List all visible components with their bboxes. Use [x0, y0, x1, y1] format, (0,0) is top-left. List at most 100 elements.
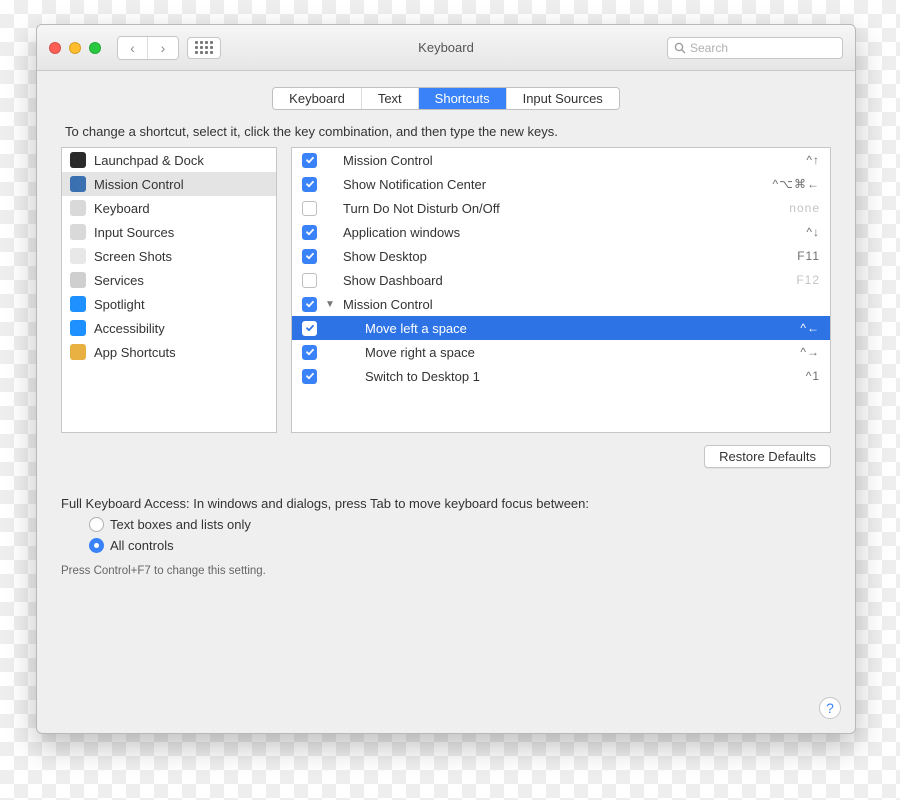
category-label: Mission Control	[94, 177, 184, 192]
fka-option-all-controls[interactable]: All controls	[89, 538, 831, 553]
shortcut-label: Move left a space	[343, 321, 792, 336]
shortcut-keys: ^→	[800, 345, 820, 359]
category-icon	[70, 248, 86, 264]
category-icon	[70, 344, 86, 360]
category-row[interactable]: Input Sources	[62, 220, 276, 244]
shortcut-label: Move right a space	[343, 345, 792, 360]
instruction-text: To change a shortcut, select it, click t…	[65, 124, 827, 139]
shortcut-row[interactable]: Switch to Desktop 1 ^1	[292, 364, 830, 388]
shortcut-row[interactable]: ▼ Mission Control	[292, 292, 830, 316]
shortcut-checkbox[interactable]	[302, 273, 317, 288]
zoom-icon[interactable]	[89, 42, 101, 54]
shortcut-row[interactable]: Application windows ^↓	[292, 220, 830, 244]
shortcut-label: Turn Do Not Disturb On/Off	[343, 201, 781, 216]
shortcut-row[interactable]: Move right a space ^→	[292, 340, 830, 364]
shortcut-row[interactable]: Show Desktop F11	[292, 244, 830, 268]
shortcut-label: Show Desktop	[343, 249, 789, 264]
category-icon	[70, 272, 86, 288]
category-icon	[70, 296, 86, 312]
category-icon	[70, 320, 86, 336]
category-label: Services	[94, 273, 144, 288]
category-row[interactable]: Mission Control	[62, 172, 276, 196]
shortcut-row[interactable]: Move left a space ^←	[292, 316, 830, 340]
category-row[interactable]: Spotlight	[62, 292, 276, 316]
show-all-button[interactable]	[187, 37, 221, 59]
category-row[interactable]: App Shortcuts	[62, 340, 276, 364]
shortcut-keys: none	[789, 201, 820, 215]
shortcut-keys: ^↑	[806, 153, 820, 167]
shortcut-checkbox[interactable]	[302, 201, 317, 216]
panes: Launchpad & Dock Mission Control Keyboard I…	[61, 147, 831, 433]
fka-option-textboxes[interactable]: Text boxes and lists only	[89, 517, 831, 532]
category-icon	[70, 176, 86, 192]
fka-option-label: All controls	[110, 538, 174, 553]
shortcut-checkbox[interactable]	[302, 321, 317, 336]
fka-heading: Full Keyboard Access: In windows and dia…	[61, 496, 831, 511]
shortcut-row[interactable]: Mission Control ^↑	[292, 148, 830, 172]
category-label: Launchpad & Dock	[94, 153, 204, 168]
shortcut-checkbox[interactable]	[302, 345, 317, 360]
shortcut-keys: ^↓	[806, 225, 820, 239]
category-label: Keyboard	[94, 201, 150, 216]
shortcut-keys: ^1	[806, 369, 820, 383]
shortcut-keys: F11	[797, 249, 820, 263]
shortcut-checkbox[interactable]	[302, 369, 317, 384]
category-label: App Shortcuts	[94, 345, 176, 360]
category-icon	[70, 200, 86, 216]
traffic-lights	[49, 42, 101, 54]
minimize-icon[interactable]	[69, 42, 81, 54]
shortcut-checkbox[interactable]	[302, 177, 317, 192]
search-field[interactable]	[667, 37, 843, 59]
shortcut-row[interactable]: Show Notification Center ^⌥⌘←	[292, 172, 830, 196]
shortcut-row[interactable]: Show Dashboard F12	[292, 268, 830, 292]
category-icon	[70, 224, 86, 240]
search-input[interactable]	[690, 41, 836, 55]
tab-bar: Keyboard Text Shortcuts Input Sources	[37, 71, 855, 120]
shortcut-label: Mission Control	[343, 297, 812, 312]
fka-option-label: Text boxes and lists only	[110, 517, 251, 532]
close-icon[interactable]	[49, 42, 61, 54]
shortcut-label: Show Notification Center	[343, 177, 765, 192]
category-row[interactable]: Keyboard	[62, 196, 276, 220]
tab-input-sources[interactable]: Input Sources	[507, 88, 619, 109]
titlebar: ‹ › Keyboard	[37, 25, 855, 71]
category-label: Accessibility	[94, 321, 165, 336]
shortcut-row[interactable]: Turn Do Not Disturb On/Off none	[292, 196, 830, 220]
shortcut-keys: ^⌥⌘←	[773, 177, 820, 191]
tab-text[interactable]: Text	[362, 88, 419, 109]
full-keyboard-access: Full Keyboard Access: In windows and dia…	[61, 496, 831, 577]
category-list[interactable]: Launchpad & Dock Mission Control Keyboard I…	[61, 147, 277, 433]
shortcut-checkbox[interactable]	[302, 297, 317, 312]
content: To change a shortcut, select it, click t…	[37, 124, 855, 577]
category-icon	[70, 152, 86, 168]
shortcut-label: Mission Control	[343, 153, 798, 168]
tab-shortcuts[interactable]: Shortcuts	[419, 88, 507, 109]
restore-defaults-button[interactable]: Restore Defaults	[704, 445, 831, 468]
disclosure-triangle-icon[interactable]: ▼	[325, 299, 335, 310]
category-label: Screen Shots	[94, 249, 172, 264]
category-label: Spotlight	[94, 297, 145, 312]
shortcut-keys: F12	[796, 273, 820, 287]
help-button[interactable]: ?	[819, 697, 841, 719]
shortcut-checkbox[interactable]	[302, 249, 317, 264]
shortcut-list[interactable]: Mission Control ^↑ Show Notification Cente…	[291, 147, 831, 433]
shortcut-label: Application windows	[343, 225, 798, 240]
preferences-window: ‹ › Keyboard Keyboard Text Shortcuts Inp…	[36, 24, 856, 734]
category-row[interactable]: Screen Shots	[62, 244, 276, 268]
radio-icon	[89, 538, 104, 553]
category-row[interactable]: Services	[62, 268, 276, 292]
shortcut-checkbox[interactable]	[302, 153, 317, 168]
shortcut-label: Show Dashboard	[343, 273, 788, 288]
shortcut-checkbox[interactable]	[302, 225, 317, 240]
fka-hint: Press Control+F7 to change this setting.	[61, 565, 831, 577]
back-button[interactable]: ‹	[118, 37, 148, 59]
category-row[interactable]: Accessibility	[62, 316, 276, 340]
radio-icon	[89, 517, 104, 532]
shortcut-keys: ^←	[800, 321, 820, 335]
category-row[interactable]: Launchpad & Dock	[62, 148, 276, 172]
tab-keyboard[interactable]: Keyboard	[273, 88, 362, 109]
forward-button[interactable]: ›	[148, 37, 178, 59]
grid-icon	[195, 41, 213, 54]
category-label: Input Sources	[94, 225, 174, 240]
shortcut-label: Switch to Desktop 1	[343, 369, 798, 384]
